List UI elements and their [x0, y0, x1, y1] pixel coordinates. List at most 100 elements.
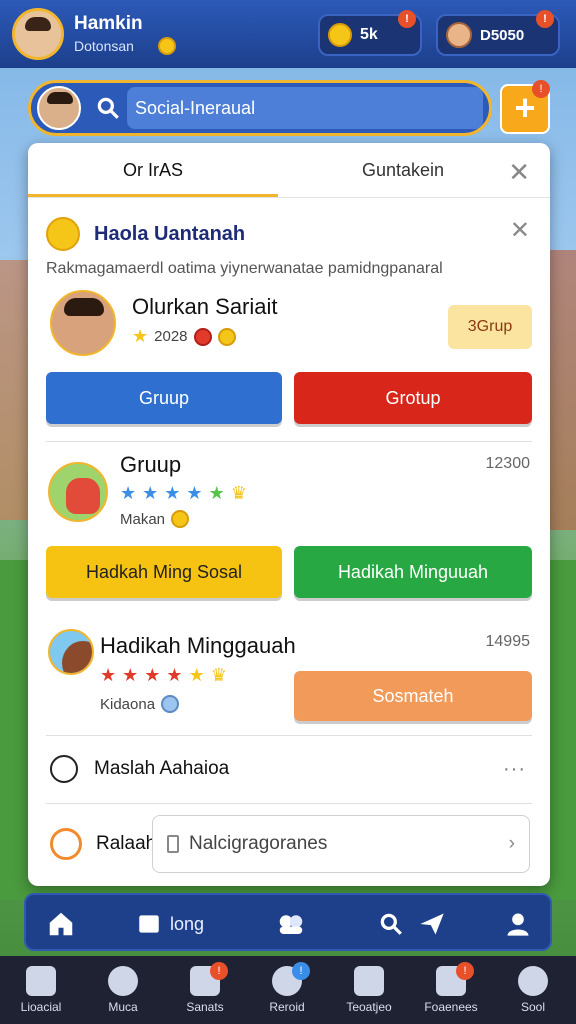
- house-icon: [26, 966, 56, 996]
- star-icon: ★: [122, 665, 139, 685]
- folder-icon: [139, 915, 159, 933]
- player-name: Hamkin: [74, 13, 143, 34]
- player-3-stars: ★ ★ ★ ★ ★ ♛: [100, 665, 227, 686]
- notification-badge: !: [398, 10, 416, 28]
- player-1-avatar[interactable]: [50, 290, 116, 356]
- profile-icon[interactable]: [504, 907, 532, 941]
- player-subtitle: Dotonsan: [74, 37, 176, 55]
- resource-2-value: D5050: [480, 26, 525, 44]
- player-1-name: Olurkan Sariait: [132, 294, 278, 319]
- player-1-tag[interactable]: 3Grup: [448, 305, 532, 349]
- ruby-icon: [193, 327, 212, 346]
- nav-item-label: Foaenees: [424, 1000, 478, 1014]
- bottom-input-text: Nalcigragoranes: [189, 833, 328, 854]
- player-3-meta-text: Kidaona: [100, 695, 156, 713]
- group-icon[interactable]: [276, 907, 306, 941]
- resource-counter-1[interactable]: 5k !: [318, 10, 422, 56]
- moneybag-icon: [328, 23, 352, 47]
- player-2-stars: ★ ★ ★ ★ ★ ♛: [120, 483, 247, 504]
- player-1-meta-text: 2028: [154, 328, 188, 345]
- bottom-nav: Lioacial Muca Sanats! Reroid! Teoatjeo F…: [0, 956, 576, 1024]
- smile-icon: [171, 510, 190, 528]
- star-icon: ★: [166, 665, 183, 685]
- player-3-value: 14995: [485, 633, 531, 650]
- globe-icon: [161, 695, 180, 713]
- player-1-meta: ★ 2028: [132, 326, 236, 347]
- bottom-input[interactable]: Nalcigragoranes ›: [152, 815, 530, 873]
- player-3-name: Hadikah Minggauah: [100, 633, 296, 658]
- home-icon[interactable]: [46, 907, 76, 941]
- player-2-meta-text: Makan: [120, 510, 166, 528]
- star-icon: ★: [186, 483, 203, 503]
- nav-item-label: Teoatjeo: [346, 1000, 392, 1014]
- nav-item-clock[interactable]: Reroid!: [246, 956, 328, 1024]
- player-3-meta: Kidaona: [100, 695, 180, 713]
- player-2-value: 12300: [485, 455, 531, 472]
- divider: [46, 735, 532, 736]
- modal-close-icon[interactable]: ✕: [508, 157, 530, 188]
- nav-long-label: long: [170, 913, 205, 934]
- top-bar: Hamkin Dotonsan 5k ! D5050 !: [0, 0, 576, 68]
- group-button-blue[interactable]: Gruup: [46, 372, 282, 424]
- nav-item-label: Muca: [108, 1000, 138, 1014]
- notification-badge: !: [292, 962, 310, 980]
- nav-item-home[interactable]: Lioacial: [0, 956, 82, 1024]
- player-3-avatar[interactable]: [48, 629, 94, 675]
- player-avatar[interactable]: [12, 8, 64, 60]
- add-badge: !: [532, 80, 550, 98]
- list-item-label: Maslah Aahaioa: [94, 758, 230, 779]
- nav-item-label: Lioacial: [20, 1000, 62, 1014]
- notification-badge: !: [536, 10, 554, 28]
- tools-icon: [354, 966, 384, 996]
- chevron-right-icon: ›: [508, 833, 515, 854]
- player-2-name: Gruup: [120, 452, 182, 477]
- nav-item-features[interactable]: Foaenees!: [410, 956, 492, 1024]
- divider: [46, 441, 532, 442]
- coin-icon: [217, 327, 236, 346]
- more-icon[interactable]: ···: [503, 758, 526, 781]
- star-icon: ★: [100, 665, 117, 685]
- nav-item-settings[interactable]: Sool: [492, 956, 574, 1024]
- search-icon[interactable]: [378, 907, 404, 941]
- section-close-icon[interactable]: ✕: [510, 216, 530, 245]
- nav-item-label: Sool: [520, 1000, 546, 1014]
- group-button-red[interactable]: Grotup: [294, 372, 532, 424]
- resource-1-value: 5k: [360, 26, 378, 43]
- star-icon: ★: [120, 483, 137, 503]
- search-input[interactable]: [127, 87, 483, 129]
- search-avatar[interactable]: [37, 86, 81, 130]
- magnifier-icon: [108, 966, 138, 996]
- nav-item-label: Reroid: [269, 1000, 305, 1014]
- nav-item-label: Sanats: [186, 1000, 224, 1014]
- bottom-label: Ralaah: [96, 833, 157, 854]
- nav-item-search[interactable]: Muca: [82, 956, 164, 1024]
- list-item[interactable]: Maslah Aahaioa ···: [28, 739, 550, 799]
- search-bar: [28, 80, 492, 136]
- tab-second[interactable]: Guntakein: [278, 143, 528, 197]
- resource-counter-2[interactable]: D5050 !: [436, 10, 560, 56]
- gift-button-yellow[interactable]: Hadkah Ming Sosal: [46, 546, 282, 598]
- nav-item-tools[interactable]: Teoatjeo: [328, 956, 410, 1024]
- coin-icon: [157, 37, 176, 55]
- section-subtitle: Rakmagamaerdl oatima yiynerwanatae pamid…: [46, 260, 443, 277]
- tab-first[interactable]: Or IrAS: [28, 143, 278, 197]
- compass-icon: [50, 828, 82, 860]
- nav-long-item[interactable]: long: [136, 907, 204, 941]
- gift-button-green[interactable]: Hadikah Minguuah: [294, 546, 532, 598]
- player-sub-text: Dotonsan: [74, 38, 134, 54]
- send-icon[interactable]: [418, 907, 446, 941]
- character-icon: [446, 22, 472, 48]
- gear-icon: [518, 966, 548, 996]
- nav-item-chat[interactable]: Sanats!: [164, 956, 246, 1024]
- star-icon: ★: [142, 483, 159, 503]
- face-icon: [50, 755, 78, 783]
- lock-icon: [167, 835, 179, 853]
- crown-icon: ♛: [230, 483, 247, 503]
- player-2-meta: Makan: [120, 510, 190, 528]
- star-icon: ★: [132, 326, 149, 346]
- player-2-avatar[interactable]: [48, 462, 108, 522]
- section-title: Haola Uantanah: [94, 222, 246, 245]
- social-button-orange[interactable]: Sosmateh: [294, 671, 532, 721]
- search-icon: [97, 97, 119, 119]
- divider: [46, 803, 532, 804]
